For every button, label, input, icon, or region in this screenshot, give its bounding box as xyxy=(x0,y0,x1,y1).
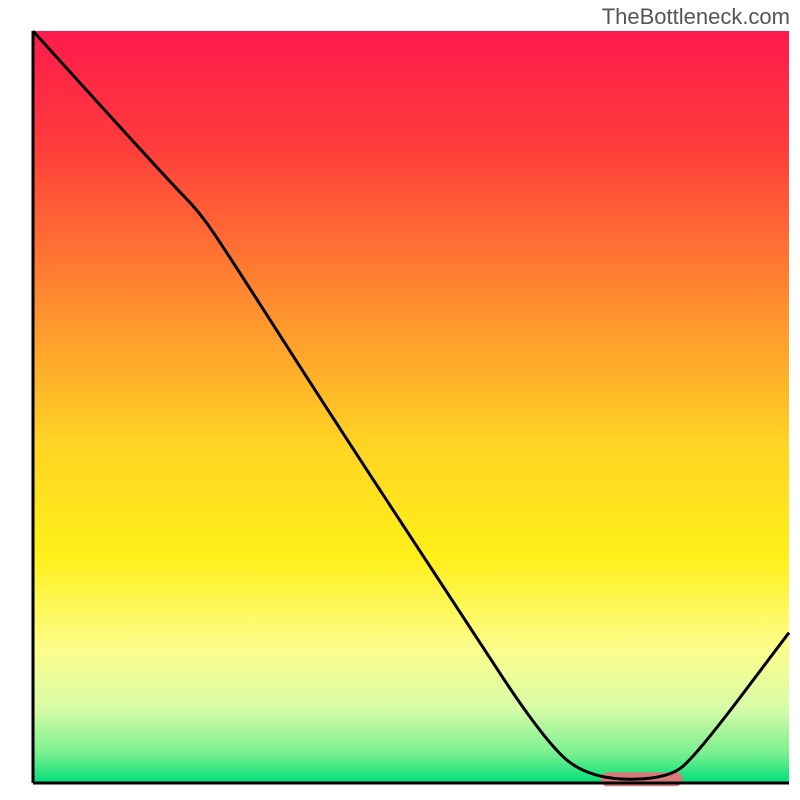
watermark-text: TheBottleneck.com xyxy=(602,4,790,30)
chart-container: TheBottleneck.com xyxy=(0,0,800,800)
chart-svg xyxy=(0,0,800,800)
plot-background xyxy=(33,31,789,783)
